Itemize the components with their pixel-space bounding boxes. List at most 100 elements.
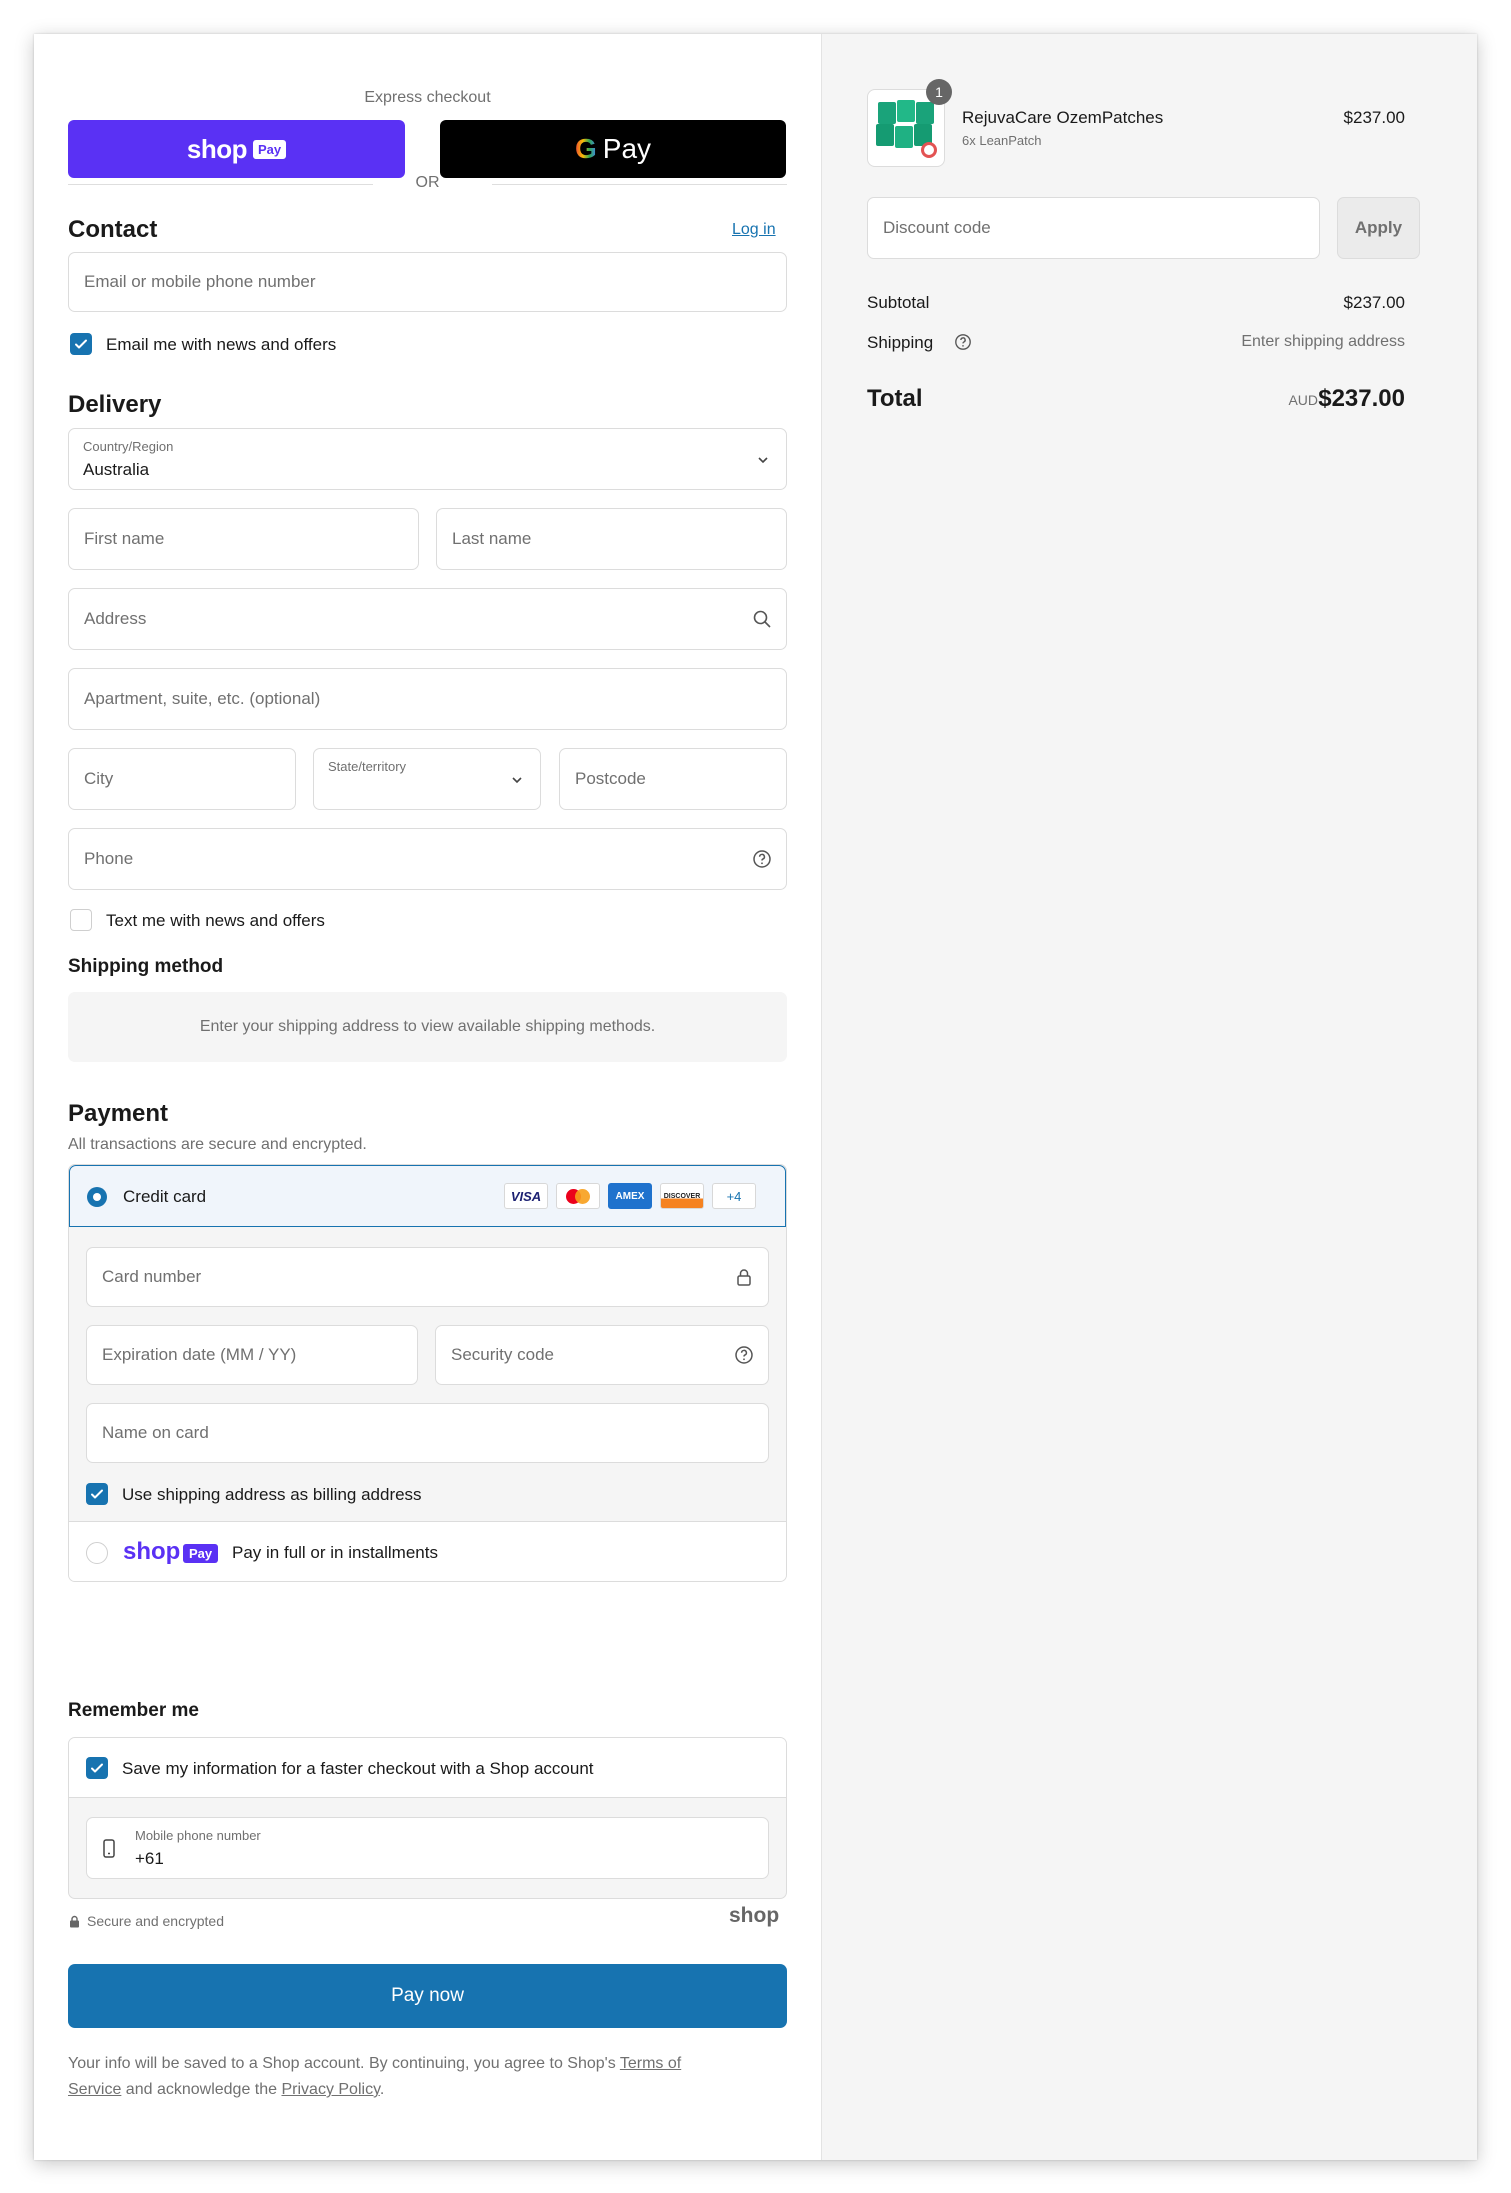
last-name-placeholder: Last name [452, 529, 532, 548]
terms-link-continued[interactable]: Service [68, 2081, 121, 2098]
postcode-placeholder: Postcode [575, 769, 646, 788]
radio-unselected[interactable] [86, 1542, 108, 1564]
pay-now-button[interactable]: Pay now [68, 1964, 787, 2028]
or-divider-label: OR [415, 174, 440, 191]
mobile-phone-field[interactable]: Mobile phone number +61 [86, 1817, 769, 1879]
quantity-badge: 1 [926, 79, 952, 105]
security-code-placeholder: Security code [451, 1345, 554, 1364]
privacy-link[interactable]: Privacy Policy [281, 2081, 379, 2098]
apartment-placeholder: Apartment, suite, etc. (optional) [84, 689, 321, 708]
pay-now-label: Pay now [391, 1985, 464, 2006]
contact-heading: Contact [68, 216, 158, 243]
shipping-method-notice: Enter your shipping address to view avai… [68, 992, 787, 1062]
security-code-field[interactable]: Security code [435, 1325, 769, 1385]
payment-heading: Payment [68, 1100, 169, 1127]
apply-button[interactable]: Apply [1337, 197, 1420, 259]
terms-link[interactable]: Terms of [620, 2055, 681, 2072]
name-on-card-placeholder: Name on card [102, 1423, 209, 1442]
news-label: Email me with news and offers [106, 335, 337, 354]
shop-pay-installments-label: Pay in full or in installments [232, 1543, 438, 1562]
credit-card-option[interactable]: Credit card VISA AMEX DISCOVER +4 [69, 1165, 786, 1227]
total-currency: AUD [1288, 392, 1318, 408]
shop-pay-logo: shop [186, 133, 248, 164]
divider-right [492, 184, 787, 185]
last-name-field[interactable]: Last name [436, 508, 787, 570]
legal-middle: and acknowledge the [121, 2081, 282, 2098]
check-icon [91, 1489, 103, 1499]
country-value: Australia [83, 460, 150, 479]
shipping-method-text: Enter your shipping address to view avai… [199, 1018, 656, 1035]
expiration-field[interactable]: Expiration date (MM / YY) [86, 1325, 418, 1385]
first-name-placeholder: First name [84, 529, 165, 548]
legal-end: . [379, 2081, 385, 2098]
phone-field[interactable]: Phone [68, 828, 787, 890]
text-news-label: Text me with news and offers [106, 911, 325, 930]
city-placeholder: City [84, 769, 114, 788]
save-info-label: Save my information for a faster checkou… [122, 1759, 594, 1778]
discover-icon: DISCOVER [660, 1183, 704, 1209]
product-thumbnail: 1 [867, 79, 952, 167]
delivery-heading: Delivery [68, 391, 162, 418]
name-on-card-field[interactable]: Name on card [86, 1403, 769, 1463]
visa-icon: VISA [504, 1183, 548, 1209]
total-label: Total [867, 385, 923, 412]
more-cards-badge: +4 [712, 1183, 756, 1209]
total-value: $237.00 [1318, 385, 1405, 412]
city-field[interactable]: City [68, 748, 296, 810]
mobile-phone-value: +61 [135, 1849, 164, 1868]
mobile-phone-label: Mobile phone number [135, 1828, 261, 1843]
apply-label: Apply [1354, 218, 1403, 237]
shop-logo: shop [729, 1904, 780, 1927]
address-field[interactable]: Address [68, 588, 787, 650]
shop-pay-installments-option[interactable]: shop Pay Pay in full or in installments [69, 1521, 786, 1581]
help-circle-icon[interactable] [752, 849, 772, 869]
mobile-phone-icon [103, 1839, 115, 1858]
shipping-label: Shipping [867, 333, 934, 352]
first-name-field[interactable]: First name [68, 508, 419, 570]
google-pay-button[interactable]: G Pay [440, 120, 786, 178]
shop-pay-logo: shop [123, 1538, 181, 1565]
search-icon [753, 610, 771, 628]
apartment-field[interactable]: Apartment, suite, etc. (optional) [68, 668, 787, 730]
shop-pay-badge: Pay [183, 1544, 219, 1563]
expiration-placeholder: Expiration date (MM / YY) [102, 1345, 297, 1364]
discount-code-field[interactable]: Discount code [867, 197, 1320, 259]
checkout-window: Express checkout shop Pay G Pay OR Conta… [34, 34, 1477, 2160]
amex-icon: AMEX [608, 1183, 652, 1209]
help-circle-icon[interactable] [954, 333, 972, 351]
billing-checkbox[interactable] [86, 1483, 108, 1505]
payment-options: Credit card VISA AMEX DISCOVER +4 Card n… [68, 1164, 787, 1582]
email-field[interactable]: Email or mobile phone number [68, 252, 787, 312]
news-checkbox[interactable] [70, 333, 92, 355]
checkout-form: Express checkout shop Pay G Pay OR Conta… [34, 34, 821, 2160]
state-label: State/territory [328, 759, 407, 774]
address-placeholder: Address [84, 609, 147, 628]
postcode-field[interactable]: Postcode [559, 748, 787, 810]
radio-selected[interactable] [87, 1187, 107, 1207]
product-price: $237.00 [1343, 108, 1405, 127]
save-info-checkbox[interactable] [86, 1757, 108, 1779]
login-link[interactable]: Log in [732, 221, 776, 239]
shop-pay-button[interactable]: shop Pay [68, 120, 405, 178]
state-select[interactable]: State/territory [313, 748, 541, 810]
text-news-checkbox[interactable] [70, 909, 92, 931]
mastercard-icon [556, 1183, 600, 1209]
shipping-value: Enter shipping address [1241, 333, 1405, 350]
credit-card-label: Credit card [123, 1187, 207, 1206]
remember-me-heading: Remember me [68, 1700, 199, 1721]
check-icon [91, 1763, 103, 1773]
product-variant: 6x LeanPatch [962, 133, 1042, 148]
card-number-field[interactable]: Card number [86, 1247, 769, 1307]
country-select[interactable]: Country/Region Australia [68, 428, 787, 490]
save-info-row[interactable]: Save my information for a faster checkou… [69, 1738, 786, 1798]
email-placeholder: Email or mobile phone number [84, 272, 316, 291]
check-icon [75, 339, 87, 349]
chevron-down-icon [512, 777, 522, 784]
secure-encrypted-text: Secure and encrypted [87, 1913, 224, 1929]
chevron-down-icon [758, 457, 768, 464]
help-circle-icon[interactable] [734, 1345, 754, 1365]
lock-icon [737, 1269, 751, 1286]
order-summary: 1 RejuvaCare OzemPatches 6x LeanPatch $2… [821, 34, 1477, 2160]
phone-placeholder: Phone [84, 849, 134, 868]
shipping-method-heading: Shipping method [68, 956, 224, 977]
